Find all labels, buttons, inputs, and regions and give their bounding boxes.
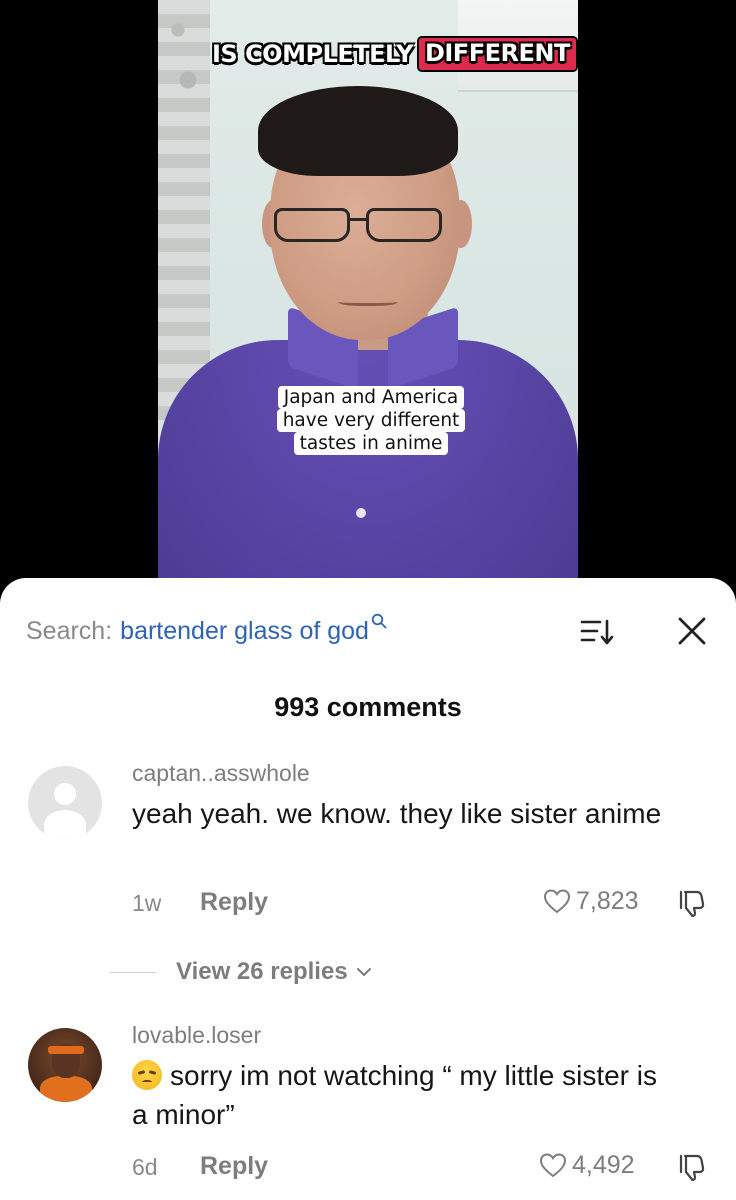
like-count: 7,823: [576, 886, 639, 915]
search-query-link[interactable]: bartender glass of god: [120, 617, 369, 646]
reply-button[interactable]: Reply: [200, 1152, 268, 1181]
sort-icon[interactable]: [579, 614, 615, 650]
dislike-icon[interactable]: [676, 888, 706, 918]
comment-text: yeah yeah. we know. they like sister ani…: [132, 798, 662, 829]
search-prefix: Search:: [26, 616, 113, 645]
shirt: [158, 340, 578, 600]
close-icon[interactable]: [675, 614, 709, 648]
heart-icon: [543, 889, 571, 914]
comment-text: sorry im not watching “ my little sister…: [132, 1060, 657, 1130]
search-suggestion[interactable]: Search: bartender glass of god: [26, 613, 387, 648]
mouth: [338, 296, 398, 306]
video-player[interactable]: IS COMPLETELY DIFFERENT Japan and Americ…: [0, 0, 736, 600]
view-replies-button[interactable]: View 26 replies: [110, 958, 372, 986]
caption-line: Japan and America: [277, 386, 465, 409]
video-title-overlay: IS COMPLETELY DIFFERENT: [212, 36, 578, 72]
curtain: [158, 0, 210, 420]
like-button[interactable]: 4,492: [538, 1150, 635, 1180]
like-count: 4,492: [572, 1150, 635, 1179]
comments-count: 993 comments: [274, 692, 462, 722]
avatar[interactable]: [28, 766, 102, 840]
hair: [258, 86, 458, 176]
comment-username[interactable]: captan..asswhole: [132, 760, 310, 787]
heart-icon: [539, 1153, 567, 1178]
comments-sheet: Search: bartender glass of god 993 comme…: [0, 578, 736, 1200]
video-frame: [158, 0, 578, 600]
title-text: IS COMPLETELY: [212, 40, 413, 68]
title-highlight: DIFFERENT: [416, 36, 578, 72]
caption-line: tastes in anime: [293, 432, 449, 455]
comment-text-row: sorry im not watching “ my little sister…: [132, 1056, 662, 1134]
like-button[interactable]: 7,823: [542, 886, 639, 916]
comment-age: 6d: [132, 1154, 158, 1180]
comment-username[interactable]: lovable.loser: [132, 1022, 261, 1049]
view-replies-label: View 26 replies: [176, 958, 348, 985]
search-icon: [371, 613, 387, 629]
glasses: [274, 208, 444, 248]
caption-line: have very different: [276, 409, 466, 432]
unamused-face-icon: [132, 1060, 162, 1090]
chevron-down-icon: [356, 968, 371, 976]
video-caption: Japan and America have very different ta…: [258, 386, 484, 455]
avatar[interactable]: [28, 1028, 102, 1102]
dislike-icon[interactable]: [676, 1152, 706, 1182]
reply-button[interactable]: Reply: [200, 888, 268, 917]
shirt-button: [356, 508, 366, 518]
comment-age: 1w: [132, 890, 162, 916]
